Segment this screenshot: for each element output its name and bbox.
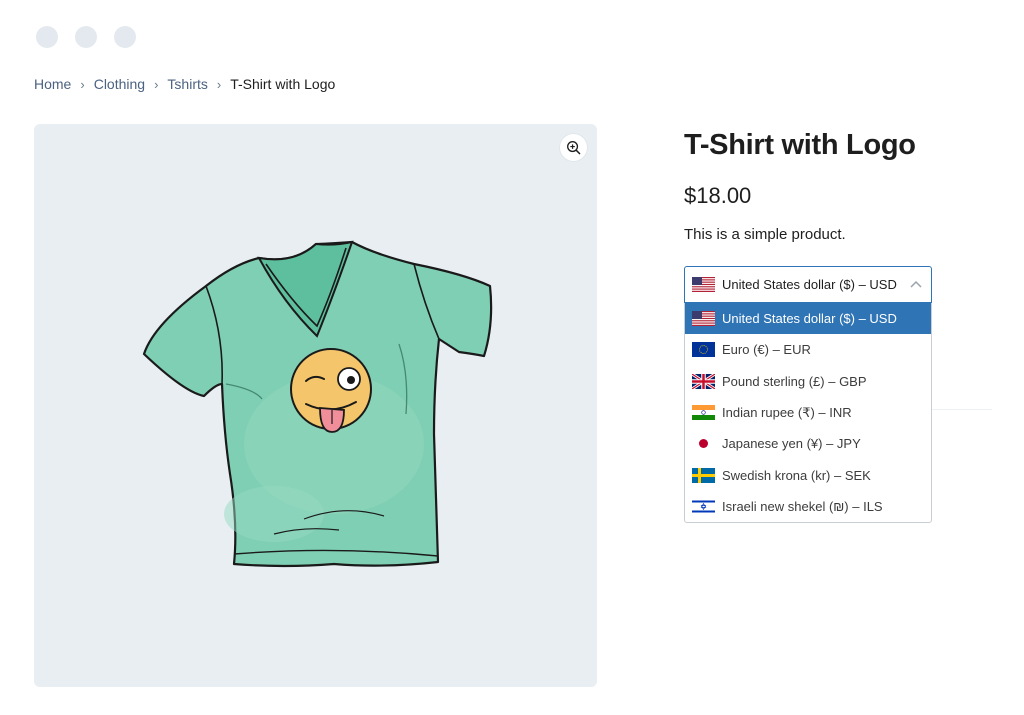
breadcrumb-separator: ›	[154, 76, 159, 92]
currency-switcher[interactable]: United States dollar ($) – USD United St…	[684, 266, 932, 524]
window-dot-3[interactable]	[114, 26, 136, 48]
israel-flag-icon	[692, 498, 715, 514]
zoom-in-icon	[567, 141, 581, 155]
currency-option-sek[interactable]: Swedish krona (kr) – SEK	[685, 459, 931, 490]
breadcrumb-clothing[interactable]: Clothing	[94, 76, 145, 92]
eu-flag-icon	[692, 342, 715, 358]
window-dot-2[interactable]	[75, 26, 97, 48]
chevron-up-icon	[910, 280, 922, 288]
product-image-tshirt	[142, 240, 493, 568]
currency-select-box[interactable]: United States dollar ($) – USD	[684, 266, 932, 303]
currency-options-list: United States dollar ($) – USD Euro (€) …	[684, 303, 932, 524]
divider	[932, 409, 992, 410]
japan-flag-icon	[692, 436, 715, 452]
breadcrumb-current: T-Shirt with Logo	[230, 76, 336, 92]
breadcrumb-tshirts[interactable]: Tshirts	[167, 76, 207, 92]
uk-flag-icon	[692, 373, 715, 389]
currency-option-label: Japanese yen (¥) – JPY	[722, 436, 861, 452]
zoom-in-button[interactable]	[560, 134, 587, 161]
india-flag-icon	[692, 405, 715, 421]
currency-option-usd[interactable]: United States dollar ($) – USD	[685, 303, 931, 335]
product-price: $18.00	[684, 183, 752, 208]
sweden-flag-icon	[692, 467, 715, 483]
breadcrumb-separator: ›	[216, 76, 222, 92]
currency-selected-label: United States dollar ($) – USD	[722, 277, 897, 292]
window-dot-1[interactable]	[36, 26, 58, 48]
currency-option-jpy[interactable]: Japanese yen (¥) – JPY	[685, 428, 931, 459]
us-flag-icon	[692, 311, 715, 327]
breadcrumb-separator: ›	[80, 76, 85, 92]
window-controls	[36, 26, 136, 48]
product-summary: T-Shirt with Logo $18.00 This is a simpl…	[684, 126, 984, 246]
currency-option-label: United States dollar ($) – USD	[722, 311, 897, 327]
currency-option-ils[interactable]: Israeli new shekel (₪) – ILS	[685, 491, 931, 522]
product-gallery[interactable]	[34, 124, 597, 687]
currency-option-label: Israeli new shekel (₪) – ILS	[722, 498, 883, 514]
product-short-description: This is a simple product.	[684, 226, 846, 243]
currency-option-label: Pound sterling (£) – GBP	[722, 373, 867, 389]
currency-option-eur[interactable]: Euro (€) – EUR	[685, 334, 931, 365]
us-flag-icon	[692, 277, 715, 292]
currency-option-label: Swedish krona (kr) – SEK	[722, 467, 871, 483]
product-title: T-Shirt with Logo	[684, 129, 916, 161]
breadcrumb-home[interactable]: Home	[34, 76, 71, 92]
currency-option-gbp[interactable]: Pound sterling (£) – GBP	[685, 366, 931, 397]
currency-option-label: Euro (€) – EUR	[722, 342, 811, 358]
breadcrumb: Home › Clothing › Tshirts › T-Shirt with…	[34, 76, 335, 92]
currency-option-inr[interactable]: Indian rupee (₹) – INR	[685, 397, 931, 428]
currency-option-label: Indian rupee (₹) – INR	[722, 404, 852, 420]
